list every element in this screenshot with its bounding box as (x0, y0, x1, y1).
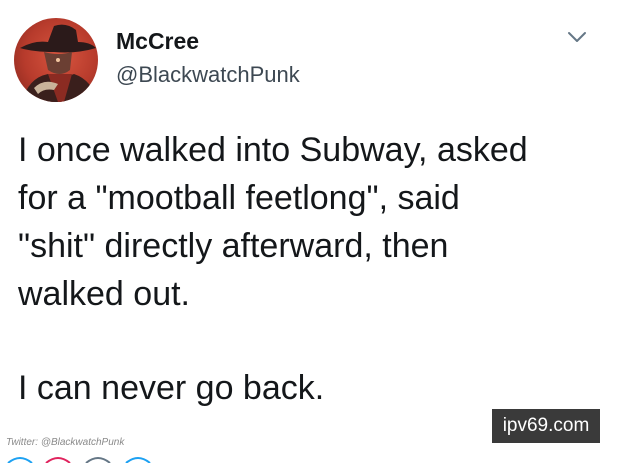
watermark: ipv69.com (492, 409, 600, 443)
source-credit: Twitter: @BlackwatchPunk (6, 437, 125, 448)
retweet-icon[interactable] (45, 457, 71, 463)
cowboy-hat-avatar-icon (20, 24, 98, 102)
avatar[interactable] (14, 18, 98, 102)
tweet-text-line: I can never go back. (18, 369, 325, 407)
tweet-text: I once walked into Subway, asked for a "… (18, 126, 608, 412)
like-icon[interactable] (85, 457, 111, 463)
tweet-text-line: for a "mootball feetlong", said (18, 179, 460, 217)
share-icon[interactable] (125, 457, 151, 463)
tweet-text-line: walked out. (18, 275, 190, 313)
tweet-text-line: "shit" directly afterward, then (18, 227, 449, 265)
display-name[interactable]: McCree (116, 28, 199, 55)
chevron-down-icon[interactable] (566, 30, 588, 44)
reply-icon[interactable] (7, 457, 33, 463)
tweet-card: McCree @BlackwatchPunk I once walked int… (0, 0, 619, 463)
user-handle[interactable]: @BlackwatchPunk (116, 62, 300, 88)
tweet-actions (0, 455, 619, 463)
tweet-text-line: I once walked into Subway, asked (18, 131, 528, 169)
